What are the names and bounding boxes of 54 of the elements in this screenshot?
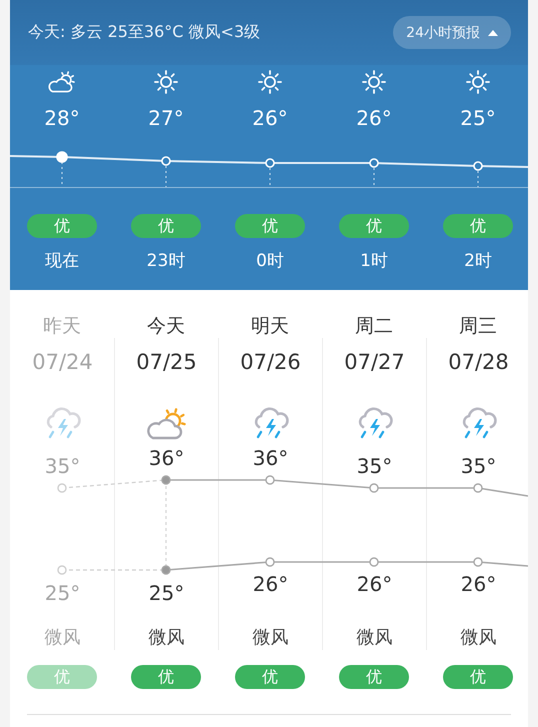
sun-icon — [465, 69, 491, 95]
day-name: 周二 — [355, 314, 393, 338]
day-name: 明天 — [251, 314, 289, 338]
air-quality-badge: 优 — [131, 665, 201, 689]
sun-icon — [361, 69, 387, 95]
sun-icon — [257, 69, 283, 95]
day-date: 07/26 — [240, 349, 301, 376]
day-date: 07/28 — [448, 349, 509, 376]
hour-label: 2时 — [464, 250, 492, 273]
low-temperature: 25° — [44, 582, 80, 604]
forecast-toggle-button[interactable]: 24小时预报 — [393, 16, 511, 49]
low-temperature: 26° — [356, 573, 392, 595]
hour-temperature: 25° — [460, 105, 496, 131]
air-quality-badge: 优 — [443, 665, 513, 689]
day-date: 07/25 — [136, 349, 197, 376]
wind-level: 微风 — [460, 626, 496, 650]
hour-temperature: 26° — [356, 105, 392, 131]
hour-temperature: 28° — [44, 105, 80, 131]
hour-label: 0时 — [256, 250, 284, 273]
day-date: 07/27 — [344, 349, 405, 376]
high-temperature: 35° — [356, 455, 392, 477]
air-quality-badge: 优 — [27, 214, 97, 238]
weather-summary: 今天: 多云 25至36°C 微风<3级 — [28, 22, 260, 43]
wind-level: 微风 — [252, 626, 288, 650]
hour-label: 现在 — [45, 250, 79, 273]
high-temperature: 35° — [44, 455, 80, 477]
air-quality-badge: 优 — [235, 214, 305, 238]
air-quality-badge: 优 — [339, 214, 409, 238]
air-quality-badge: 优 — [235, 665, 305, 689]
air-quality-badge: 优 — [443, 214, 513, 238]
day-name: 今天 — [147, 314, 185, 338]
hour-label: 23时 — [146, 250, 186, 273]
day-name: 昨天 — [43, 314, 81, 338]
hour-temperature: 27° — [148, 105, 184, 131]
day-date: 07/24 — [32, 349, 93, 376]
air-quality-badge: 优 — [131, 214, 201, 238]
hour-temperature: 26° — [252, 105, 288, 131]
partly-cloudy-icon — [144, 407, 188, 441]
air-quality-badge: 优 — [27, 665, 97, 689]
air-quality-badge: 优 — [339, 665, 409, 689]
caret-icon — [488, 30, 498, 36]
low-temperature: 26° — [460, 573, 496, 595]
high-temperature: 36° — [148, 447, 184, 469]
wind-level: 微风 — [356, 626, 392, 650]
day-name: 周三 — [459, 314, 497, 338]
high-temperature: 36° — [252, 447, 288, 469]
sun-icon — [153, 69, 179, 95]
low-temperature: 26° — [252, 573, 288, 595]
low-temperature: 25° — [148, 582, 184, 604]
high-temperature: 35° — [460, 455, 496, 477]
hour-label: 1时 — [360, 250, 388, 273]
partly-cloudy-icon — [47, 69, 77, 95]
wind-level: 微风 — [44, 626, 80, 650]
wind-level: 微风 — [148, 626, 184, 650]
